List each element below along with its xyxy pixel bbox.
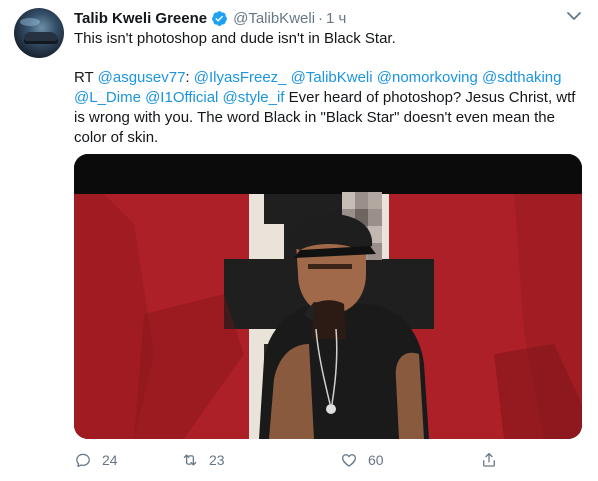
mention-links[interactable]: @IlyasFreez_ @TalibKweli @nomorkoving @s…	[194, 69, 562, 86]
quote-colon: :	[185, 69, 194, 86]
retweet-count: 23	[209, 452, 225, 468]
rt-prefix: RT	[74, 69, 98, 86]
quote-line-2: @L_Dime @I1Official @style_if Ever heard…	[74, 88, 575, 108]
tweet-media-photo[interactable]	[74, 154, 582, 439]
avatar[interactable]	[14, 8, 64, 58]
tweet-actions: 24 23 60	[74, 446, 582, 474]
separator-dot: ·	[318, 9, 324, 27]
quote-line-1: RT @asgusev77: @IlyasFreez_ @TalibKweli …	[74, 68, 561, 88]
avatar-car	[24, 32, 58, 44]
author-handle[interactable]: @TalibKweli	[233, 10, 315, 27]
mention-links[interactable]: @L_Dime @I1Official @style_if	[74, 89, 284, 106]
like-button[interactable]: 60	[340, 446, 384, 474]
share-icon	[483, 452, 495, 467]
quote-line-4: color of skin.	[74, 129, 159, 146]
reply-count: 24	[102, 452, 118, 468]
tweet-text: This isn't photoshop and dude isn't in B…	[74, 30, 396, 47]
quote-line-3: is wrong with you. The word Black in "Bl…	[74, 109, 555, 126]
tweet[interactable]: Talib Kweli Greene @TalibKweli · 1 ч Thi…	[0, 0, 598, 481]
avatar-highlight	[20, 18, 40, 26]
mention-link[interactable]: @asgusev77	[98, 69, 186, 86]
verified-badge-icon	[211, 10, 228, 27]
reply-button[interactable]: 24	[74, 446, 118, 474]
retweet-button[interactable]: 23	[181, 446, 225, 474]
author-name[interactable]: Talib Kweli Greene	[74, 10, 207, 27]
like-count: 60	[368, 452, 384, 468]
chevron-down-icon[interactable]	[566, 10, 582, 22]
quote-text: Ever heard of photoshop? Jesus Christ, w…	[284, 89, 576, 106]
reply-icon	[76, 453, 90, 468]
share-button[interactable]	[480, 446, 508, 474]
retweet-icon	[183, 454, 197, 466]
timestamp[interactable]: 1 ч	[326, 10, 346, 27]
heart-icon	[341, 454, 357, 467]
tweet-header: Talib Kweli Greene @TalibKweli · 1 ч	[74, 7, 346, 29]
